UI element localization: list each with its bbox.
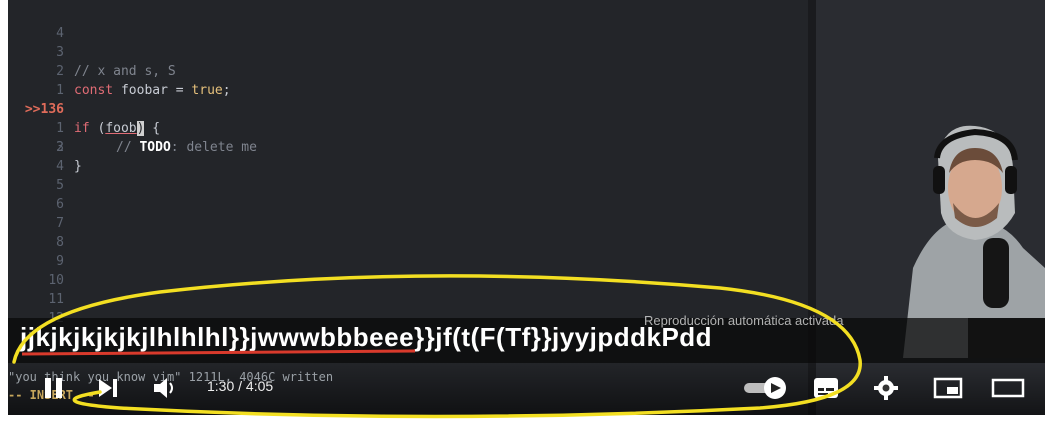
editor-line: 11 (8, 290, 808, 309)
line-number: 3 (56, 140, 64, 155)
editor-line: 4 (8, 5, 808, 41)
editor-line: 1 (8, 62, 808, 98)
line-number: 9 (56, 254, 64, 269)
theater-mode-icon[interactable] (990, 375, 1026, 401)
line-number: 8 (56, 235, 64, 250)
gear-icon[interactable] (872, 374, 900, 402)
editor-line-current: >>136 if (foob) { (8, 81, 808, 136)
line-number: 10 (48, 273, 64, 288)
editor-line: 3 // x and s, S (8, 24, 808, 79)
line-number: 7 (56, 216, 64, 231)
screenshot-frame: 4 3 // x and s, S 2 const foobar = true;… (0, 0, 1045, 422)
editor-line: 9 (8, 252, 808, 271)
skip-next-icon[interactable] (95, 375, 121, 401)
line-number: 5 (56, 178, 64, 193)
autoplay-toggle-icon[interactable] (742, 376, 790, 400)
editor-line: 3 (8, 138, 808, 157)
editor-line: 4 (8, 157, 808, 176)
editor-line: 5 (8, 176, 808, 195)
keystroke-caption: jjkjkjkjkjkjlhlhlhl}}jwwwbbbeee}}jf(t(F(… (20, 322, 713, 352)
subtitles-icon[interactable] (812, 375, 840, 401)
line-number: 6 (56, 197, 64, 212)
line-number: 4 (56, 159, 64, 174)
miniplayer-icon[interactable] (932, 375, 964, 401)
line-number: 11 (48, 292, 64, 307)
editor-line: 6 (8, 195, 808, 214)
volume-icon[interactable] (150, 373, 180, 403)
editor-line: 1 // TODO: delete me (8, 100, 808, 155)
editor-line: 10 (8, 271, 808, 290)
editor-line: 2 const foobar = true; (8, 43, 808, 98)
editor-line: 8 (8, 233, 808, 252)
pause-icon[interactable] (38, 373, 68, 403)
autoplay-label: Reproducción automática activada (644, 313, 844, 328)
editor-line: 2 } (8, 119, 808, 174)
time-display: 1:30 / 4:05 (207, 378, 274, 394)
editor-line: 7 (8, 214, 808, 233)
